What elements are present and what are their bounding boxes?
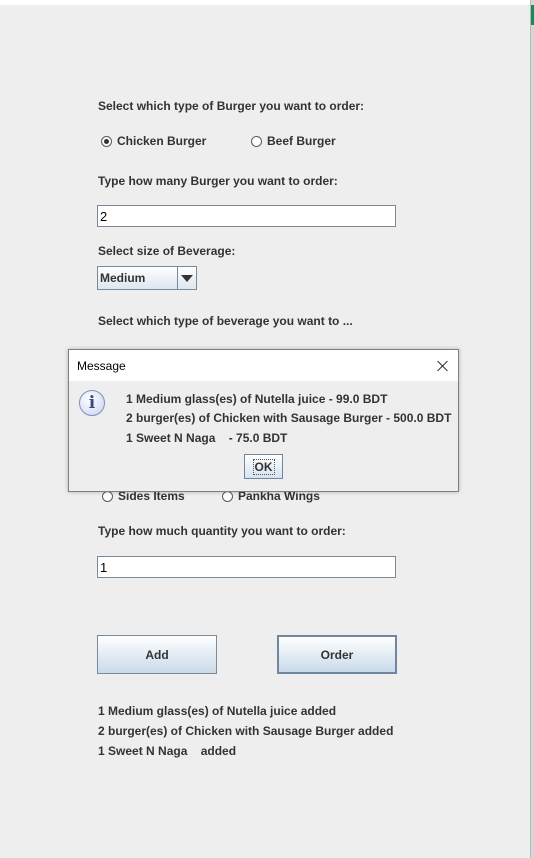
radio-unselected-icon <box>102 490 113 502</box>
dialog-message-line: 1 Sweet N Naga - 75.0 BDT <box>126 431 288 445</box>
message-dialog: Message i 1 Medium glass(es) of Nutella … <box>68 349 459 492</box>
radio-chicken-burger[interactable]: Chicken Burger <box>101 134 206 148</box>
info-icon: i <box>79 390 105 416</box>
add-button-label: Add <box>145 647 169 662</box>
quantity-input[interactable]: 1 <box>97 556 396 578</box>
beverage-size-select[interactable]: Medium <box>97 266 197 290</box>
order-button[interactable]: Order <box>277 635 397 674</box>
dialog-message-line: 2 burger(es) of Chicken with Sausage Bur… <box>126 411 452 425</box>
radio-label: Chicken Burger <box>117 134 207 148</box>
dialog-title-bar: Message <box>69 350 458 381</box>
ok-button-label: OK <box>252 458 275 475</box>
added-log-line: 2 burger(es) of Chicken with Sausage Bur… <box>98 724 394 738</box>
dialog-message-line: 1 Medium glass(es) of Nutella juice - 99… <box>126 392 388 406</box>
burger-quantity-input[interactable]: 2 <box>97 205 396 227</box>
burger-type-prompt: Select which type of Burger you want to … <box>98 99 365 113</box>
ok-button[interactable]: OK <box>244 454 283 479</box>
chevron-down-icon[interactable] <box>177 267 196 289</box>
order-button-label: Order <box>320 647 354 662</box>
radio-beef-burger[interactable]: Beef Burger <box>251 134 336 148</box>
beverage-size-value: Medium <box>100 271 146 285</box>
window-right-edge <box>530 0 534 858</box>
added-log-line: 1 Sweet N Naga added <box>98 744 237 758</box>
quantity-prompt: Type how much quantity you want to order… <box>98 524 346 538</box>
radio-label: Beef Burger <box>267 134 336 148</box>
burger-quantity-prompt: Type how many Burger you want to order: <box>98 174 338 188</box>
radio-selected-icon <box>101 135 112 147</box>
radio-unselected-icon <box>222 490 233 502</box>
added-log-line: 1 Medium glass(es) of Nutella juice adde… <box>98 704 337 718</box>
close-icon[interactable] <box>433 356 453 376</box>
beverage-size-prompt: Select size of Beverage: <box>98 244 236 258</box>
beverage-type-prompt: Select which type of beverage you want t… <box>98 314 353 328</box>
dialog-title: Message <box>77 359 126 373</box>
add-button[interactable]: Add <box>97 635 217 674</box>
window-top-strip <box>0 0 534 5</box>
radio-unselected-icon <box>251 135 262 147</box>
